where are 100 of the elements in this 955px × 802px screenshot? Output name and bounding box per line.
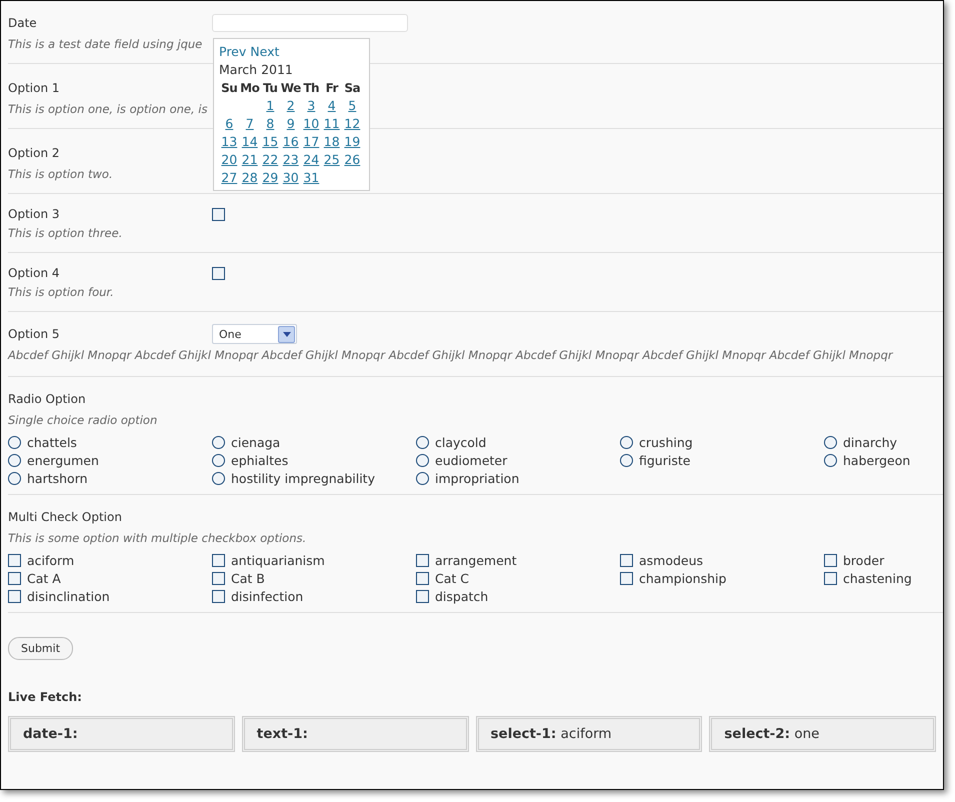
calendar-day[interactable]: 19 — [344, 134, 360, 149]
weekday-header: Sa — [344, 81, 360, 95]
calendar-day[interactable]: 27 — [221, 170, 238, 185]
radio-button[interactable] — [212, 454, 225, 466]
option-label[interactable]: dinarchy — [843, 434, 898, 450]
checkbox[interactable] — [416, 554, 429, 566]
calendar-day[interactable]: 24 — [303, 152, 320, 167]
calendar-day[interactable]: 14 — [242, 134, 258, 149]
calendar-day[interactable]: 12 — [344, 116, 360, 131]
field-description: Single choice radio option — [8, 413, 158, 427]
calendar-day[interactable]: 31 — [303, 170, 320, 185]
radio-button[interactable] — [8, 436, 21, 448]
calendar-day[interactable]: 22 — [262, 152, 278, 167]
calendar-day[interactable]: 17 — [303, 134, 320, 149]
calendar-day[interactable]: 15 — [262, 134, 278, 149]
calendar-day[interactable]: 9 — [286, 116, 295, 131]
option-label[interactable]: Cat C — [435, 570, 469, 586]
radio-button[interactable] — [416, 454, 429, 466]
option-label[interactable]: broder — [843, 552, 884, 568]
calendar-day[interactable]: 7 — [246, 116, 254, 131]
radio-button[interactable] — [416, 472, 429, 484]
calendar-day[interactable]: 30 — [282, 170, 299, 185]
calendar-day[interactable]: 21 — [242, 152, 258, 167]
field-label: Radio Option — [8, 392, 87, 406]
checkbox[interactable] — [8, 572, 21, 584]
radio-button[interactable] — [824, 454, 837, 466]
calendar-day[interactable]: 28 — [242, 170, 258, 185]
submit-button[interactable]: Submit — [8, 637, 74, 660]
radio-button[interactable] — [212, 436, 225, 448]
checkbox[interactable] — [416, 572, 429, 584]
option-label[interactable]: hartshorn — [27, 470, 88, 486]
option-label[interactable]: claycold — [435, 434, 486, 450]
radio-button[interactable] — [824, 436, 837, 448]
option-label[interactable]: cienaga — [231, 434, 280, 450]
option-label[interactable]: aciform — [27, 552, 74, 568]
checkbox[interactable] — [620, 572, 633, 584]
option-label[interactable]: Cat B — [231, 570, 265, 586]
option-label[interactable]: dispatch — [435, 588, 488, 604]
option-label[interactable]: Cat A — [27, 570, 61, 586]
checkbox[interactable] — [212, 266, 225, 280]
option-label[interactable]: hostility impregnability — [231, 470, 375, 486]
calendar-day[interactable]: 11 — [324, 116, 340, 131]
calendar-day[interactable]: 10 — [303, 116, 320, 131]
section-heading: Live Fetch: — [8, 690, 83, 704]
calendar-day[interactable]: 2 — [286, 98, 295, 113]
calendar-day[interactable]: 4 — [328, 98, 336, 113]
option-label[interactable]: asmodeus — [639, 552, 704, 568]
calendar-day[interactable]: 5 — [348, 98, 356, 113]
option-label[interactable]: impropriation — [435, 470, 520, 486]
checkbox[interactable] — [8, 554, 21, 566]
calendar-day[interactable]: 16 — [282, 134, 299, 149]
checkbox[interactable] — [416, 590, 429, 602]
option-label[interactable]: chastening — [843, 570, 912, 586]
calendar-day[interactable]: 8 — [266, 116, 274, 131]
calendar-day[interactable]: 1 — [266, 98, 274, 113]
option-label[interactable]: antiquarianism — [231, 552, 325, 568]
checkbox[interactable] — [212, 590, 225, 602]
calendar-day[interactable]: 20 — [221, 152, 238, 167]
checkbox[interactable] — [824, 554, 837, 566]
field-description: This is option four. — [8, 285, 114, 299]
fetch-result: select-2: one — [709, 716, 936, 752]
next-link[interactable]: Next — [250, 44, 280, 59]
field-description: This is some option with multiple checkbox options. — [8, 531, 306, 545]
date-field[interactable] — [212, 14, 408, 32]
checkbox[interactable] — [212, 554, 225, 566]
checkbox[interactable] — [212, 572, 225, 584]
option-label[interactable]: championship — [639, 570, 726, 586]
calendar-day[interactable]: 25 — [324, 152, 340, 167]
option-label[interactable]: chattels — [27, 434, 77, 450]
option-label[interactable]: ephialtes — [231, 452, 288, 468]
calendar-day[interactable]: 13 — [221, 134, 238, 149]
checkbox[interactable] — [8, 590, 21, 602]
calendar-day[interactable]: 3 — [307, 98, 316, 113]
option-label[interactable]: disinclination — [27, 588, 110, 604]
option-label[interactable]: eudiometer — [435, 452, 508, 468]
radio-button[interactable] — [8, 454, 21, 466]
radio-button[interactable] — [8, 472, 21, 484]
option-label[interactable]: crushing — [639, 434, 693, 450]
calendar-day[interactable]: 23 — [282, 152, 299, 167]
prev-link[interactable]: Prev — [219, 44, 246, 59]
calendar-day[interactable]: 18 — [324, 134, 340, 149]
option-label[interactable]: arrangement — [435, 552, 517, 568]
checkbox[interactable] — [212, 208, 225, 220]
checkbox[interactable] — [824, 572, 837, 584]
option-label[interactable]: figuriste — [639, 452, 690, 468]
checkbox[interactable] — [620, 554, 633, 566]
radio-button[interactable] — [212, 472, 225, 484]
dropdown[interactable]: One — [212, 324, 297, 344]
field-description: This is option three. — [8, 226, 122, 240]
weekday-header: Mo — [240, 81, 260, 95]
calendar-day[interactable]: 26 — [344, 152, 360, 167]
radio-button[interactable] — [416, 436, 429, 448]
calendar-day[interactable]: 6 — [225, 116, 234, 131]
radio-button[interactable] — [620, 436, 633, 448]
option-label[interactable]: habergeon — [843, 452, 910, 468]
calendar-day[interactable]: 29 — [262, 170, 278, 185]
option-label[interactable]: energumen — [27, 452, 99, 468]
option-label[interactable]: disinfection — [231, 588, 304, 604]
field-description: Abcdef Ghijkl Mnopqr Abcdef Ghijkl Mnopqr Abcdef Ghijkl Mnopqr Abcdef Ghijkl Mnopqr Abcdef Ghijkl Mnopqr Abcdef Ghijkl Mnopqr Abcdef Ghijkl Mnopqr — [8, 348, 893, 362]
radio-button[interactable] — [620, 454, 633, 466]
